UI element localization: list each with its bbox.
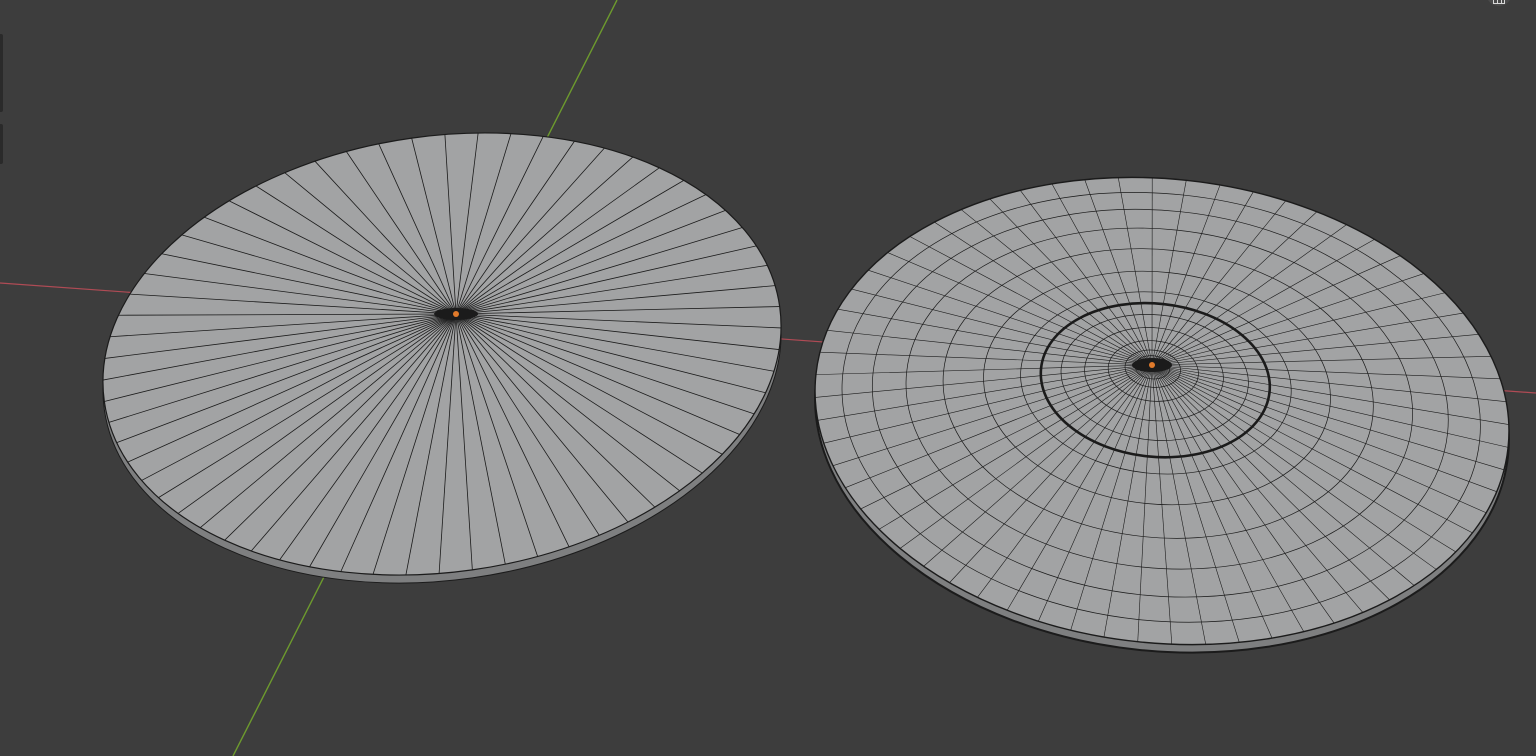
mesh-object-disc-fan[interactable] (74, 91, 810, 626)
viewport-scene[interactable] (0, 0, 1536, 756)
origin-point (1149, 362, 1155, 368)
origin-point (453, 311, 459, 317)
mesh-object-disc-grid[interactable] (792, 144, 1533, 686)
disc-grid-face (814, 176, 1510, 646)
grid-icon (1493, 0, 1505, 4)
toolbar-tab[interactable] (0, 124, 3, 164)
toolbar-edge[interactable] (0, 0, 4, 166)
disc-fan-face (102, 132, 782, 576)
3d-viewport[interactable] (0, 0, 1536, 756)
toolbar-tab[interactable] (0, 34, 3, 112)
